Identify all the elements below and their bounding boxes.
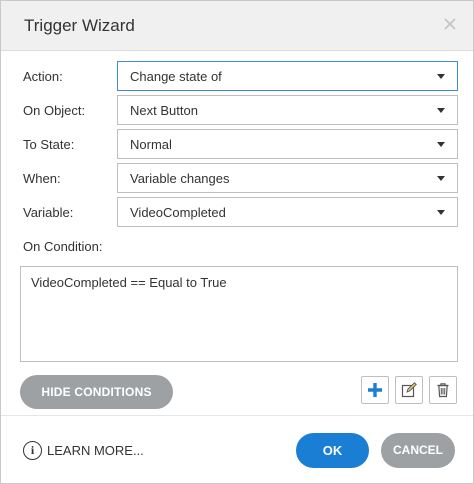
action-label: Action: — [23, 69, 63, 84]
chevron-down-icon — [437, 176, 445, 181]
condition-list[interactable]: VideoCompleted == Equal to True — [20, 266, 458, 362]
add-condition-button[interactable] — [361, 376, 389, 404]
trigger-wizard-dialog: Trigger Wizard Action: Change state of O… — [0, 0, 474, 484]
close-icon[interactable] — [441, 15, 459, 33]
edit-icon — [401, 382, 417, 398]
to-state-label: To State: — [23, 137, 75, 152]
edit-condition-button[interactable] — [395, 376, 423, 404]
footer-divider — [1, 415, 473, 416]
on-object-select[interactable]: Next Button — [117, 95, 458, 125]
chevron-down-icon — [437, 74, 445, 79]
to-state-value: Normal — [130, 137, 172, 152]
when-value: Variable changes — [130, 171, 230, 186]
chevron-down-icon — [437, 108, 445, 113]
action-value: Change state of — [130, 69, 222, 84]
ok-button[interactable]: OK — [296, 433, 369, 468]
title-bar: Trigger Wizard — [1, 1, 473, 51]
on-object-value: Next Button — [130, 103, 198, 118]
hide-conditions-button[interactable]: HIDE CONDITIONS — [20, 375, 173, 409]
plus-icon — [368, 383, 382, 397]
action-select[interactable]: Change state of — [117, 61, 458, 91]
chevron-down-icon — [437, 142, 445, 147]
info-icon: i — [23, 441, 42, 460]
variable-label: Variable: — [23, 205, 74, 220]
learn-more-label: LEARN MORE... — [47, 443, 144, 458]
delete-condition-button[interactable] — [429, 376, 457, 404]
condition-item[interactable]: VideoCompleted == Equal to True — [31, 275, 447, 290]
on-object-label: On Object: — [23, 103, 86, 118]
dialog-title: Trigger Wizard — [24, 16, 135, 35]
trash-icon — [437, 383, 449, 398]
when-select[interactable]: Variable changes — [117, 163, 458, 193]
variable-select[interactable]: VideoCompleted — [117, 197, 458, 227]
cancel-button[interactable]: CANCEL — [381, 433, 455, 468]
variable-value: VideoCompleted — [130, 205, 226, 220]
on-condition-label: On Condition: — [23, 239, 103, 254]
chevron-down-icon — [437, 210, 445, 215]
when-label: When: — [23, 171, 61, 186]
to-state-select[interactable]: Normal — [117, 129, 458, 159]
